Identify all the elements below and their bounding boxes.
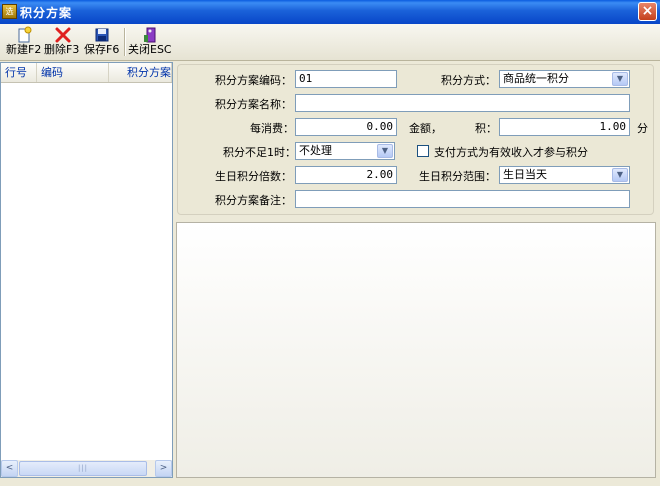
close-window-button[interactable]: × [638,2,657,21]
method-select-value: 商品统一积分 [503,72,569,85]
method-select[interactable]: 商品统一积分 ▼ [499,70,630,88]
close-button[interactable]: 关闭ESC [128,26,172,58]
birthday-range-select-value: 生日当天 [503,168,547,181]
horizontal-scrollbar[interactable]: < ||| > [1,460,172,477]
shortfall-select[interactable]: 不处理 ▼ [295,142,395,160]
chevron-down-icon[interactable]: ▼ [612,168,628,182]
delete-button-label: 删除F3 [44,43,80,56]
birthday-multiple-label: 生日积分倍数： [215,170,292,183]
name-label: 积分方案名称： [215,98,292,111]
app-icon: 选 [2,4,17,19]
exit-door-icon [128,26,172,44]
delete-button[interactable]: 删除F3 [44,26,82,58]
valid-income-label[interactable]: 支付方式为有效收入才参与积分 [434,144,588,160]
close-button-label: 关闭ESC [128,43,172,56]
birthday-range-label: 生日积分范围： [419,170,496,183]
per-spend-input[interactable]: 0.00 [295,118,397,136]
scheme-list-grid[interactable]: 行号 编码 积分方案名称 < ||| > [0,62,173,478]
points-unit-label: 分 [637,122,648,135]
per-spend-label: 每消费： [250,122,294,135]
toolbar-separator [124,28,126,56]
save-button-label: 保存F6 [84,43,120,56]
name-input[interactable] [295,94,630,112]
new-button-label: 新建F2 [6,43,42,56]
scheme-form: 积分方案编码： 01 积分方式： 商品统一积分 ▼ 积分方案名称： 每消费： 0… [177,64,654,215]
col-header-scheme-name[interactable]: 积分方案名称 [109,63,172,82]
shortfall-select-value: 不处理 [299,144,332,157]
valid-income-checkbox[interactable] [417,145,429,157]
amount-label: 金额， [409,122,442,135]
title-bar[interactable]: 选 积分方案 × [0,0,660,24]
save-disk-icon [84,26,120,44]
scroll-right-arrow-icon[interactable]: > [155,460,172,477]
code-label: 积分方案编码： [215,74,292,87]
code-input[interactable]: 01 [295,70,397,88]
scroll-left-arrow-icon[interactable]: < [1,460,18,477]
scroll-thumb[interactable]: ||| [19,461,147,476]
remark-input[interactable] [295,190,630,208]
grid-header: 行号 编码 积分方案名称 [1,63,172,83]
col-header-code[interactable]: 编码 [37,63,109,82]
chevron-down-icon[interactable]: ▼ [377,144,393,158]
delete-x-icon [44,26,82,44]
col-header-row-number[interactable]: 行号 [1,63,37,82]
birthday-multiple-input[interactable]: 2.00 [295,166,397,184]
points-input[interactable]: 1.00 [499,118,630,136]
detail-area [176,222,656,478]
chevron-down-icon[interactable]: ▼ [612,72,628,86]
method-label: 积分方式： [441,74,496,87]
shortfall-label: 积分不足1时： [223,146,296,159]
points-label: 积： [475,122,497,135]
new-document-icon [6,26,42,44]
new-button[interactable]: 新建F2 [6,26,42,58]
remark-label: 积分方案备注： [215,194,292,207]
birthday-range-select[interactable]: 生日当天 ▼ [499,166,630,184]
window-title: 积分方案 [20,6,73,20]
toolbar: 新建F2 删除F3 保存F6 关闭ESC [0,24,660,61]
save-button[interactable]: 保存F6 [84,26,120,58]
